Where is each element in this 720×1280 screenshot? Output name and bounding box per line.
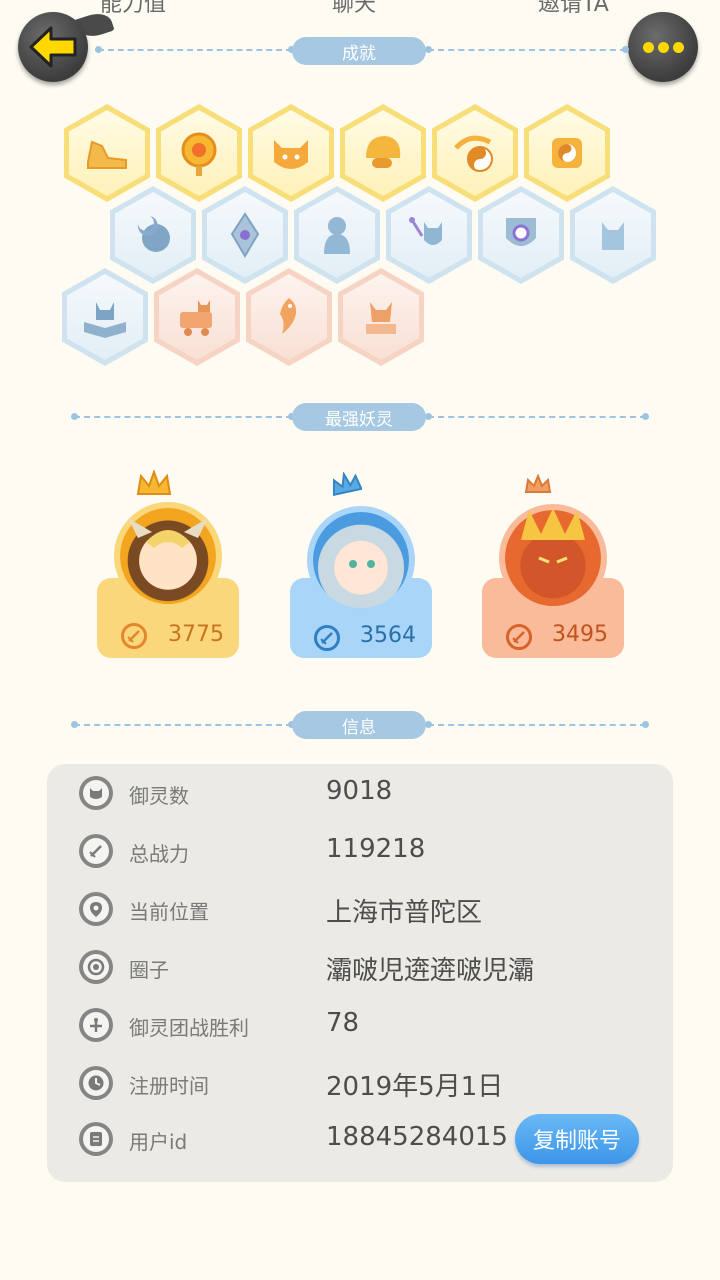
achievement-badge[interactable] <box>432 104 518 202</box>
spirit-power: 3495 <box>552 622 608 647</box>
wand-cat-icon <box>409 217 442 245</box>
sword-hilt-icon <box>79 1008 113 1042</box>
crown-icon <box>136 470 172 495</box>
sun-orb-icon <box>181 132 217 176</box>
info-label: 御灵数 <box>129 784 189 808</box>
info-row: 当前位置 上海市普陀区 <box>47 890 673 930</box>
spirit-avatar <box>120 508 216 604</box>
crown-icon <box>524 474 552 493</box>
spirit-avatar <box>313 512 409 608</box>
silver-hair-girl-portrait <box>349 560 375 568</box>
info-label: 圈子 <box>129 958 169 982</box>
yinyang-scroll-icon <box>552 138 582 168</box>
cat-face-icon <box>274 140 308 169</box>
section-divider <box>425 721 649 728</box>
info-panel: 御灵数 9018 总战力 119218 当前位置 上海市普陀区 圈子 灞啵児逩逩… <box>47 764 673 1182</box>
achievement-badge[interactable] <box>570 186 656 284</box>
crown-icon <box>332 472 362 496</box>
location-icon <box>79 892 113 926</box>
info-row: 圈子 灞啵児逩逩啵児灞 <box>47 948 673 988</box>
demon-statue-icon <box>366 302 396 334</box>
achievement-badge[interactable] <box>294 186 380 284</box>
section-divider <box>71 413 295 420</box>
horned-warrior-portrait <box>128 518 208 548</box>
sword-icon <box>506 624 532 650</box>
info-value: 2019年5月1日 <box>326 1072 504 1102</box>
tab-chat[interactable]: 聊天 <box>332 0 376 18</box>
achievement-badge[interactable] <box>340 104 426 202</box>
spirit-power: 3775 <box>168 622 224 647</box>
info-value: 18845284015 <box>326 1122 508 1152</box>
arrow-left-icon <box>29 26 77 68</box>
tab-invite[interactable]: 邀请TA <box>538 0 609 18</box>
achievement-badge[interactable] <box>248 104 334 202</box>
sword-icon <box>79 834 113 868</box>
info-row: 总战力 119218 <box>47 832 673 872</box>
section-divider <box>425 413 649 420</box>
back-button[interactable] <box>18 12 88 82</box>
achievement-badge[interactable] <box>202 186 288 284</box>
section-title-achievements: 成就 <box>292 37 426 65</box>
yinyang-comet-icon <box>454 135 493 172</box>
achievement-badge[interactable] <box>386 186 472 284</box>
info-label: 当前位置 <box>129 900 209 924</box>
crystal-icon <box>230 212 260 258</box>
info-label: 总战力 <box>129 842 189 866</box>
sneaker-icon <box>87 140 127 169</box>
id-card-icon <box>79 1122 113 1156</box>
cart-cat-icon <box>180 300 212 336</box>
top-tab-bar: 能力值 聊天 邀请TA <box>0 0 720 17</box>
info-row: 御灵团战胜利 78 <box>47 1006 673 1046</box>
info-label: 注册时间 <box>129 1074 209 1098</box>
copy-account-button[interactable]: 复制账号 <box>515 1114 639 1164</box>
sword-icon <box>121 623 147 649</box>
spirit-count-icon <box>79 776 113 810</box>
section-title-strongest: 最强妖灵 <box>292 403 426 431</box>
achievement-badge[interactable] <box>62 268 148 366</box>
helmet-icon <box>366 136 401 168</box>
moon-icon <box>137 216 170 252</box>
achievement-badge[interactable] <box>246 268 332 366</box>
info-value: 9018 <box>326 776 393 806</box>
clock-icon <box>79 1066 113 1100</box>
section-title-info: 信息 <box>292 711 426 739</box>
achievement-badge[interactable] <box>338 268 424 366</box>
spirit-avatar <box>505 508 601 606</box>
section-divider <box>425 46 629 53</box>
koi-fish-icon <box>280 298 297 334</box>
fire-demon-portrait <box>521 508 585 564</box>
more-dots-icon <box>642 41 684 53</box>
spirit-icon <box>324 217 350 254</box>
circle-icon <box>79 950 113 984</box>
section-divider <box>95 46 295 53</box>
achievement-badge[interactable] <box>156 104 242 202</box>
info-row: 注册时间 2019年5月1日 <box>47 1064 673 1104</box>
info-value: 灞啵児逩逩啵児灞 <box>326 956 535 986</box>
book-fox-icon <box>84 302 126 338</box>
achievement-badge[interactable] <box>154 268 240 366</box>
achievement-badge[interactable] <box>478 186 564 284</box>
spirit-power: 3564 <box>360 623 416 648</box>
info-label: 用户id <box>129 1130 188 1154</box>
info-value: 119218 <box>326 834 426 864</box>
more-button[interactable] <box>628 12 698 82</box>
cat-silhouette-icon <box>602 222 624 250</box>
achievement-badge[interactable] <box>64 104 150 202</box>
info-value: 上海市普陀区 <box>326 898 483 928</box>
section-divider <box>71 721 295 728</box>
sword-icon <box>314 625 340 651</box>
achievement-badge[interactable] <box>110 186 196 284</box>
info-label: 御灵团战胜利 <box>129 1016 249 1040</box>
info-value: 78 <box>326 1008 360 1038</box>
shield-icon <box>506 218 536 246</box>
tab-ability[interactable]: 能力值 <box>100 0 166 18</box>
achievement-badge[interactable] <box>524 104 610 202</box>
info-row: 御灵数 9018 <box>47 774 673 814</box>
